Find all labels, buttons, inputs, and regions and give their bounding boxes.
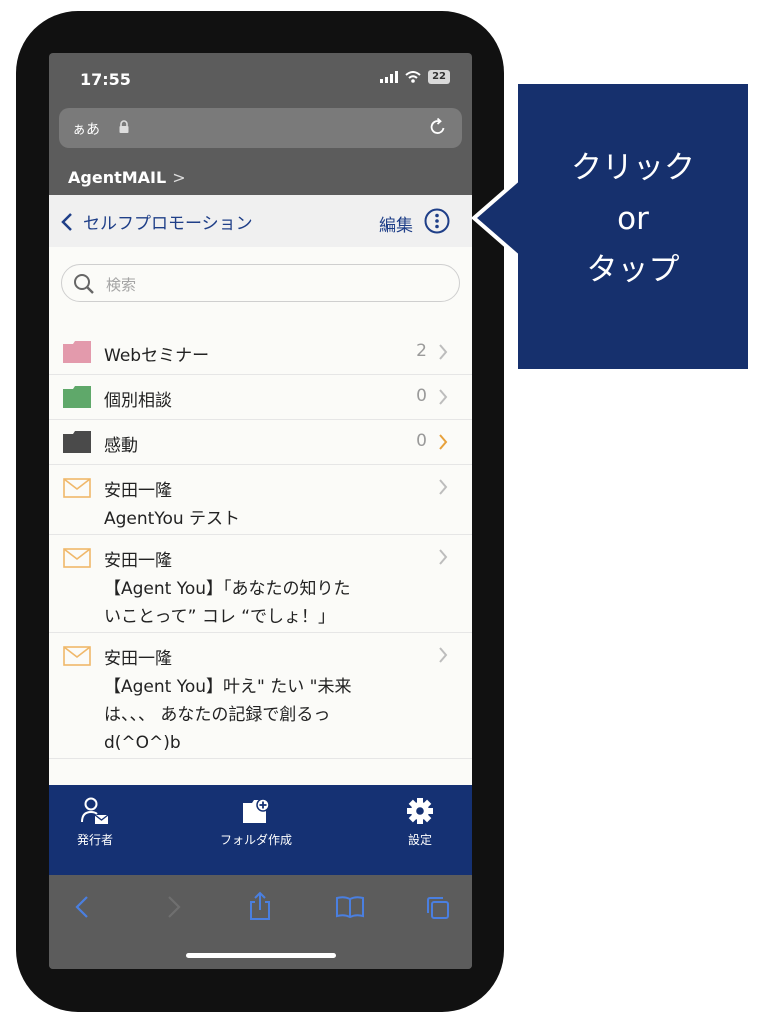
chevron-right-icon — [439, 389, 448, 405]
message-row[interactable]: 安田一隆 AgentYou テスト — [49, 465, 472, 535]
folder-name: Webセミナー — [104, 346, 210, 366]
folder-name: 個別相談 — [104, 391, 172, 411]
edit-button[interactable]: 編集 — [379, 211, 413, 236]
tab-label: フォルダ作成 — [220, 833, 293, 847]
browser-forward-icon[interactable] — [167, 895, 181, 919]
callout-line: タップ — [586, 252, 680, 288]
message-subject: AgentYou テスト — [104, 509, 241, 529]
message-row[interactable]: 安田一隆 【Agent You】叶え" たい "未来 は、、、 あなたの記録で創… — [49, 633, 472, 759]
chevron-right-icon — [439, 479, 448, 495]
callout-line: or — [617, 201, 649, 237]
wifi-icon — [405, 71, 421, 83]
folder-count: 2 — [416, 341, 427, 361]
battery-icon: 22 — [428, 70, 450, 84]
tabs-icon[interactable] — [425, 895, 451, 921]
message-row[interactable]: 安田一隆 【Agent You】「あなたの知りた いことって” コレ “でしょ！… — [49, 535, 472, 633]
more-options-icon[interactable] — [424, 208, 450, 234]
folder-icon — [63, 341, 91, 363]
search-field[interactable]: 検索 — [61, 264, 460, 302]
chevron-right-icon — [439, 549, 448, 565]
message-sender: 安田一隆 — [104, 481, 172, 501]
chevron-right-icon: > — [172, 168, 186, 187]
back-button[interactable]: セルフプロモーション — [61, 209, 253, 234]
nav-bar: セルフプロモーション 編集 — [49, 195, 472, 247]
folder-row[interactable]: 感動 0 — [49, 420, 472, 465]
address-bar[interactable]: ぁあ — [59, 108, 462, 148]
message-sender: 安田一隆 — [104, 649, 172, 669]
chevron-right-icon — [439, 434, 448, 450]
message-subject: 【Agent You】叶え" たい "未来 は、、、 あなたの記録で創るっ d(… — [104, 677, 352, 753]
callout-pointer — [470, 176, 522, 260]
gear-icon — [407, 798, 433, 824]
status-time: 17:55 — [80, 70, 131, 89]
phone-screen: 17:55 22 ぁあ AgentMAIL > セルフプロモーション 編集 検索… — [49, 53, 472, 969]
bookmarks-icon[interactable] — [335, 895, 365, 919]
tab-publisher[interactable]: 発行者 — [77, 797, 113, 848]
envelope-icon — [63, 646, 91, 666]
search-placeholder: 検索 — [106, 276, 137, 294]
callout-text: クリック or タップ — [518, 143, 748, 296]
reload-icon[interactable] — [428, 117, 448, 137]
folder-row[interactable]: Webセミナー 2 — [49, 330, 472, 375]
message-subject: 【Agent You】「あなたの知りた いことって” コレ “でしょ！」 — [104, 579, 351, 627]
browser-back-icon[interactable] — [75, 895, 89, 919]
back-label: セルフプロモーション — [83, 214, 253, 234]
lock-icon — [119, 120, 129, 133]
chevron-right-icon — [439, 344, 448, 360]
folder-icon — [63, 386, 91, 408]
search-icon — [74, 274, 94, 294]
tab-settings[interactable]: 設定 — [405, 797, 435, 848]
mail-list: Webセミナー 2 個別相談 0 感動 0 安田一隆 AgentYou テスト … — [49, 330, 472, 759]
share-icon[interactable] — [248, 891, 272, 921]
envelope-icon — [63, 478, 91, 498]
folder-count: 0 — [416, 386, 427, 406]
envelope-icon — [63, 548, 91, 568]
status-bar: 17:55 22 — [49, 53, 472, 107]
tab-bar: 発行者 フォルダ作成 設定 — [49, 785, 472, 875]
home-indicator — [186, 953, 336, 958]
folder-row[interactable]: 個別相談 0 — [49, 375, 472, 420]
site-header[interactable]: AgentMAIL > — [68, 168, 186, 187]
folder-add-icon — [243, 798, 270, 823]
site-title: AgentMAIL — [68, 168, 167, 187]
chevron-left-icon — [61, 212, 72, 231]
message-sender: 安田一隆 — [104, 551, 172, 571]
tab-label: 発行者 — [77, 833, 114, 847]
signal-icon — [380, 71, 399, 83]
callout-line: クリック — [571, 150, 695, 186]
text-size-button[interactable]: ぁあ — [72, 119, 100, 139]
folder-icon — [63, 431, 91, 453]
app-page: セルフプロモーション 編集 検索 Webセミナー 2 個別相談 0 感動 0 安… — [49, 195, 472, 785]
tab-label: 設定 — [407, 833, 432, 847]
chevron-right-icon — [439, 647, 448, 663]
tab-create-folder[interactable]: フォルダ作成 — [220, 797, 292, 848]
publisher-icon — [81, 797, 109, 824]
status-icons: 22 — [380, 70, 450, 84]
folder-count: 0 — [416, 431, 427, 451]
folder-name: 感動 — [104, 436, 138, 456]
